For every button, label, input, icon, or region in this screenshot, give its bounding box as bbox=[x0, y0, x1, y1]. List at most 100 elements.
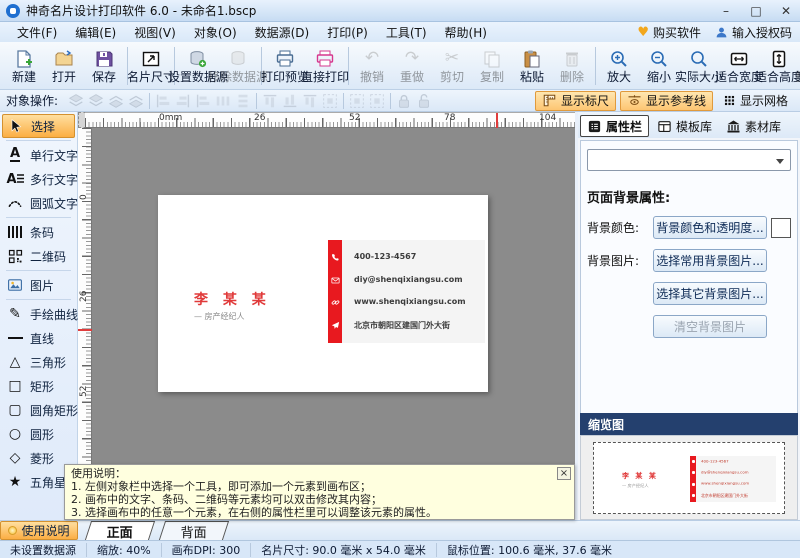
fit-width-button[interactable]: 适合宽度 bbox=[719, 44, 759, 88]
close-button[interactable]: ✕ bbox=[778, 4, 794, 18]
menu-help[interactable]: 帮助(H) bbox=[436, 22, 496, 43]
tool-qrcode[interactable]: 二维码 bbox=[2, 244, 75, 268]
zoom-in-button[interactable]: 放大 bbox=[599, 44, 639, 88]
tool-rounded-rectangle[interactable]: ▢圆角矩形 bbox=[2, 398, 75, 422]
guides-icon bbox=[627, 93, 642, 108]
business-card[interactable]: 李 某 某 — 房产经纪人 400-123-4567 diy@shenqixia… bbox=[158, 195, 488, 392]
tab-material-library[interactable]: 素材库 bbox=[720, 115, 787, 137]
main-toolbar: 新建 打开 保存 名片尺寸 设置数据源 移除数据源 打印预览 直接打印 ↶撤销 … bbox=[0, 42, 800, 90]
same-size-icon bbox=[320, 92, 340, 110]
help-line-2: 2. 画布中的文字、条码、二维码等元素均可以双击修改其内容； bbox=[71, 493, 568, 506]
help-close-button[interactable]: × bbox=[557, 467, 571, 480]
menu-bar: 文件(F) 编辑(E) 视图(V) 对象(O) 数据源(D) 打印(P) 工具(… bbox=[0, 22, 800, 42]
bg-image-common-button[interactable]: 选择常用背景图片... bbox=[653, 249, 767, 272]
menu-datasource[interactable]: 数据源(D) bbox=[246, 22, 319, 43]
card-email-text[interactable]: diy@shenqixiangsu.com bbox=[354, 275, 485, 284]
bg-color-swatch[interactable] bbox=[771, 218, 791, 238]
barcode-icon bbox=[5, 226, 25, 238]
object-ops-label: 对象操作: bbox=[6, 92, 58, 109]
tab-back-side[interactable]: 背面 bbox=[159, 521, 229, 540]
save-button[interactable]: 保存 bbox=[84, 44, 124, 88]
card-contact-block[interactable]: 400-123-4567 diy@shenqixiangsu.com www.s… bbox=[342, 240, 485, 343]
align-bottom-icon bbox=[300, 92, 320, 110]
minimize-button[interactable]: – bbox=[718, 4, 734, 18]
bg-image-label: 背景图片: bbox=[587, 252, 649, 269]
bg-image-other-button[interactable]: 选择其它背景图片... bbox=[653, 282, 767, 305]
tool-select[interactable]: 选择 bbox=[2, 114, 75, 138]
paste-button[interactable]: 粘贴 bbox=[512, 44, 552, 88]
horizontal-ruler: 0mm 26 52 78 104 bbox=[85, 112, 575, 128]
card-phone-text[interactable]: 400-123-4567 bbox=[354, 252, 485, 261]
card-size-button[interactable]: 名片尺寸 bbox=[131, 44, 171, 88]
menu-object[interactable]: 对象(O) bbox=[185, 22, 246, 43]
save-floppy-icon bbox=[94, 48, 114, 70]
triangle-icon: △ bbox=[5, 354, 25, 370]
tool-barcode[interactable]: 条码 bbox=[2, 220, 75, 244]
tab-front-side[interactable]: 正面 bbox=[85, 521, 155, 540]
maximize-button[interactable]: □ bbox=[748, 4, 764, 18]
send-backward-icon bbox=[106, 92, 126, 110]
status-card-size: 名片尺寸: 90.0 毫米 x 54.0 毫米 bbox=[251, 543, 437, 557]
tool-single-line-text[interactable]: A单行文字 bbox=[2, 143, 75, 167]
person-icon bbox=[715, 26, 728, 39]
card-red-stripe[interactable] bbox=[328, 240, 342, 343]
bg-color-label: 背景颜色: bbox=[587, 219, 649, 236]
open-button[interactable]: 打开 bbox=[44, 44, 84, 88]
ruler-icon bbox=[542, 93, 557, 108]
menu-tools[interactable]: 工具(T) bbox=[377, 22, 436, 43]
tool-multi-line-text[interactable]: A多行文字 bbox=[2, 167, 75, 191]
menu-view[interactable]: 视图(V) bbox=[125, 22, 185, 43]
copy-icon bbox=[482, 48, 502, 70]
bank-icon bbox=[726, 119, 741, 134]
single-text-icon: A bbox=[5, 148, 25, 162]
new-button[interactable]: 新建 bbox=[4, 44, 44, 88]
clipboard-icon bbox=[522, 48, 542, 70]
bg-color-button[interactable]: 背景颜色和透明度... bbox=[653, 216, 767, 239]
tool-arc-text[interactable]: 圆弧文字 bbox=[2, 191, 75, 215]
thumbnail-card-preview[interactable]: 李 某 某 — 房产经纪人 400-123-4567 diy@shenqixia… bbox=[593, 442, 785, 514]
tool-rectangle[interactable]: □矩形 bbox=[2, 374, 75, 398]
app-logo-icon bbox=[6, 4, 20, 18]
card-website-text[interactable]: www.shenqixiangsu.com bbox=[354, 297, 485, 306]
template-icon bbox=[657, 119, 672, 134]
print-preview-icon bbox=[275, 48, 295, 70]
line-icon bbox=[5, 337, 25, 339]
tool-line[interactable]: 直线 bbox=[2, 326, 75, 350]
image-icon bbox=[5, 277, 25, 293]
zoom-out-button[interactable]: 缩小 bbox=[639, 44, 679, 88]
circle-icon: ○ bbox=[5, 426, 25, 442]
card-address-text[interactable]: 北京市朝阳区建国门外大街 bbox=[354, 320, 485, 331]
element-selector-dropdown[interactable] bbox=[587, 149, 791, 171]
show-guides-toggle[interactable]: 显示参考线 bbox=[620, 91, 713, 111]
print-preview-button[interactable]: 打印预览 bbox=[265, 44, 305, 88]
tool-triangle[interactable]: △三角形 bbox=[2, 350, 75, 374]
fit-height-button[interactable]: 适合高度 bbox=[759, 44, 799, 88]
tab-properties[interactable]: 属性栏 bbox=[580, 115, 649, 137]
open-folder-icon bbox=[54, 48, 74, 70]
fit-height-icon bbox=[769, 48, 789, 70]
cut-button: ✂剪切 bbox=[432, 44, 472, 88]
tab-template-library[interactable]: 模板库 bbox=[651, 115, 718, 137]
buy-software-button[interactable]: ♥ 购买软件 bbox=[637, 24, 701, 41]
tool-circle[interactable]: ○圆形 bbox=[2, 422, 75, 446]
help-title: 使用说明： bbox=[71, 467, 568, 480]
menu-print[interactable]: 打印(P) bbox=[318, 22, 377, 43]
show-grid-toggle[interactable]: 显示网格 bbox=[717, 91, 794, 111]
tool-image[interactable]: 图片 bbox=[2, 273, 75, 297]
usage-instructions-button[interactable]: 使用说明 bbox=[0, 521, 78, 540]
zoom-in-icon bbox=[609, 48, 629, 70]
send-to-back-icon bbox=[126, 92, 146, 110]
actual-size-button[interactable]: 实际大小 bbox=[679, 44, 719, 88]
menu-edit[interactable]: 编辑(E) bbox=[66, 22, 125, 43]
card-subtitle-text[interactable]: — 房产经纪人 bbox=[194, 311, 245, 322]
design-canvas[interactable]: 李 某 某 — 房产经纪人 400-123-4567 diy@shenqixia… bbox=[92, 128, 575, 520]
direct-print-button[interactable]: 直接打印 bbox=[305, 44, 345, 88]
bottom-bar: 使用说明 正面 背面 bbox=[0, 520, 800, 540]
card-name-text[interactable]: 李 某 某 bbox=[194, 289, 271, 309]
show-ruler-toggle[interactable]: 显示标尺 bbox=[535, 91, 616, 111]
tool-freehand-curve[interactable]: ✎手绘曲线 bbox=[2, 302, 75, 326]
star-icon: ★ bbox=[5, 474, 25, 490]
license-code-button[interactable]: 输入授权码 bbox=[715, 24, 792, 41]
link-icon bbox=[331, 298, 340, 307]
menu-file[interactable]: 文件(F) bbox=[8, 22, 66, 43]
